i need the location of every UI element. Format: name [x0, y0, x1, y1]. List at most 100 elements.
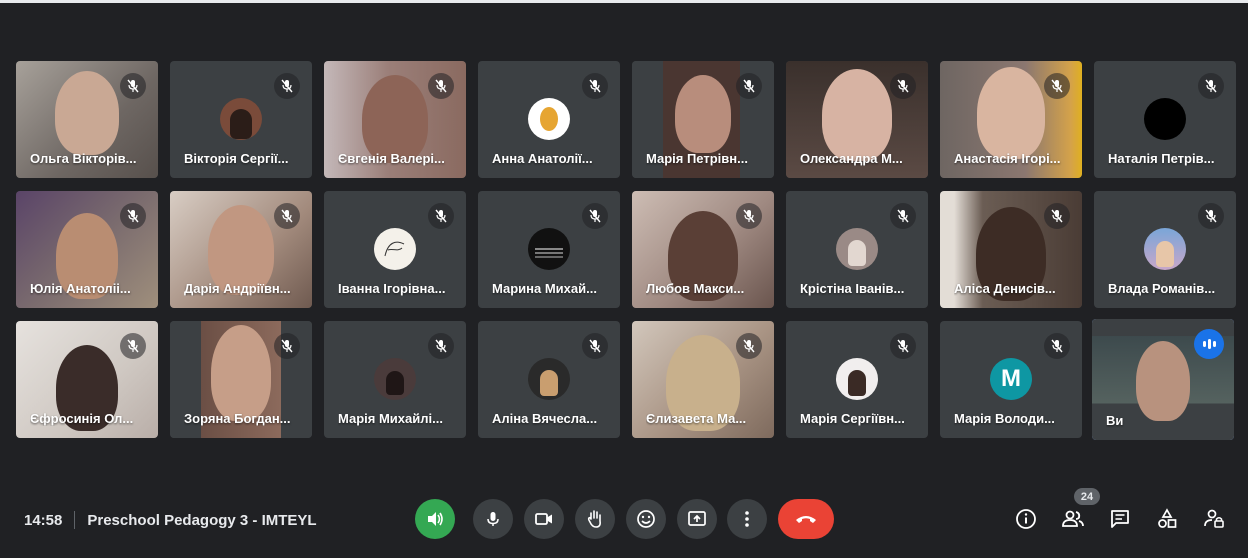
speaker-icon	[428, 512, 443, 526]
participant-name: Олександра М...	[800, 151, 903, 166]
present-screen-button[interactable]	[677, 499, 717, 539]
mic-off-icon	[1198, 203, 1224, 229]
participant-name: Єлизавета Ма...	[646, 411, 747, 426]
participant-tile[interactable]: Ольга Вікторів...	[16, 61, 158, 178]
mic-off-icon	[736, 203, 762, 229]
self-view-tile[interactable]: Ви	[1092, 319, 1234, 440]
participant-tile[interactable]: Влада Романів...	[1094, 191, 1236, 308]
participant-tile[interactable]: M Марія Володи...	[940, 321, 1082, 438]
participant-name: Аліна Вячесла...	[492, 411, 598, 426]
chat-button[interactable]	[1105, 504, 1135, 534]
participant-count-badge: 24	[1074, 488, 1100, 505]
participant-name: Марія Сергіївн...	[800, 411, 905, 426]
avatar	[1144, 98, 1186, 140]
avatar	[836, 358, 878, 400]
participant-tile[interactable]: Крістіна Іванів...	[786, 191, 928, 308]
participant-name: Марія Петрівн...	[646, 151, 748, 166]
more-options-button[interactable]	[727, 499, 767, 539]
participant-name: Крістіна Іванів...	[800, 281, 905, 296]
participant-name: Анастасія Ігорі...	[954, 151, 1061, 166]
speaking-indicator-icon	[1194, 329, 1224, 359]
people-button[interactable]	[1058, 504, 1088, 534]
participant-tile[interactable]: Аліна Вячесла...	[478, 321, 620, 438]
camera-button[interactable]	[524, 499, 564, 539]
person-silhouette	[362, 75, 428, 163]
people-icon	[1062, 510, 1084, 527]
mic-off-icon	[120, 333, 146, 359]
window-top-border	[0, 0, 1248, 3]
audio-output-button[interactable]	[415, 499, 455, 539]
mic-off-icon	[274, 333, 300, 359]
participant-tile[interactable]: Аліса Денисів...	[940, 191, 1082, 308]
participant-tile[interactable]: Юлія Анатоліі...	[16, 191, 158, 308]
participant-name: Наталія Петрів...	[1108, 151, 1215, 166]
emoji-icon	[637, 510, 655, 528]
participant-tile[interactable]: Марина Михай...	[478, 191, 620, 308]
participant-name: Любов Макси...	[646, 281, 745, 296]
mic-off-icon	[582, 203, 608, 229]
mic-off-icon	[1198, 73, 1224, 99]
participant-name: Влада Романів...	[1108, 281, 1216, 296]
meeting-time: 14:58	[24, 511, 63, 529]
participant-tile[interactable]: Олександра М...	[786, 61, 928, 178]
leave-call-button[interactable]	[778, 499, 834, 539]
person-silhouette	[1136, 341, 1190, 421]
shapes-icon	[1158, 508, 1177, 528]
call-end-icon	[796, 516, 816, 523]
mic-off-icon	[428, 203, 454, 229]
participant-tile[interactable]: Наталія Петрів...	[1094, 61, 1236, 178]
participant-name: Юлія Анатоліі...	[30, 281, 131, 296]
lock-person-icon	[1204, 509, 1224, 528]
initial-avatar: M	[990, 358, 1032, 400]
participant-tile[interactable]: Марія Михайлі...	[324, 321, 466, 438]
participant-name: Ви	[1106, 413, 1124, 428]
chat-icon	[1111, 510, 1129, 528]
mic-icon	[487, 512, 499, 526]
raise-hand-button[interactable]	[575, 499, 615, 539]
participant-name: Анна Анатолії...	[492, 151, 593, 166]
mic-off-icon	[120, 73, 146, 99]
participant-tile[interactable]: Іванна Ігорівна...	[324, 191, 466, 308]
participant-tile[interactable]: Єлизавета Ма...	[632, 321, 774, 438]
activities-button[interactable]	[1152, 504, 1182, 534]
participant-tile[interactable]: Анастасія Ігорі...	[940, 61, 1082, 178]
mic-off-icon	[428, 73, 454, 99]
participant-tile[interactable]: Любов Макси...	[632, 191, 774, 308]
divider	[74, 511, 76, 529]
avatar	[836, 228, 878, 270]
mic-off-icon	[890, 333, 916, 359]
more-vert-icon	[745, 511, 749, 527]
mic-off-icon	[582, 73, 608, 99]
person-silhouette	[977, 67, 1045, 159]
mic-off-icon	[890, 203, 916, 229]
mic-off-icon	[736, 73, 762, 99]
avatar	[374, 358, 416, 400]
host-controls-button[interactable]	[1199, 504, 1229, 534]
mic-off-icon	[1044, 203, 1070, 229]
participant-name: Вікторія Сергії...	[184, 151, 289, 166]
meeting-info-button[interactable]	[1011, 504, 1041, 534]
person-silhouette	[55, 71, 119, 155]
meeting-title: Preschool Pedagogy 3 - IMTEYL	[87, 511, 317, 529]
mic-off-icon	[274, 203, 300, 229]
participant-tile[interactable]: Анна Анатолії...	[478, 61, 620, 178]
participant-tile[interactable]: Євгенія Валері...	[324, 61, 466, 178]
participant-tile[interactable]: Марія Петрівн...	[632, 61, 774, 178]
participant-tile[interactable]: Єфросинія Ол...	[16, 321, 158, 438]
mic-off-icon	[428, 333, 454, 359]
participant-tile[interactable]: Зоряна Богдан...	[170, 321, 312, 438]
microphone-button[interactable]	[473, 499, 513, 539]
present-icon	[688, 511, 706, 526]
participant-tile[interactable]: Дарія Андріївн...	[170, 191, 312, 308]
reactions-button[interactable]	[626, 499, 666, 539]
person-silhouette	[211, 325, 271, 421]
mic-off-icon	[736, 333, 762, 359]
participant-name: Марія Володи...	[954, 411, 1055, 426]
mic-off-icon	[582, 333, 608, 359]
participant-tile[interactable]: Вікторія Сергії...	[170, 61, 312, 178]
participant-tile[interactable]: Марія Сергіївн...	[786, 321, 928, 438]
hand-icon	[587, 510, 601, 528]
avatar	[528, 98, 570, 140]
participant-name: Аліса Денисів...	[954, 281, 1056, 296]
participant-grid: Ольга Вікторів... Вікторія Сергії... Євг…	[16, 61, 1236, 440]
